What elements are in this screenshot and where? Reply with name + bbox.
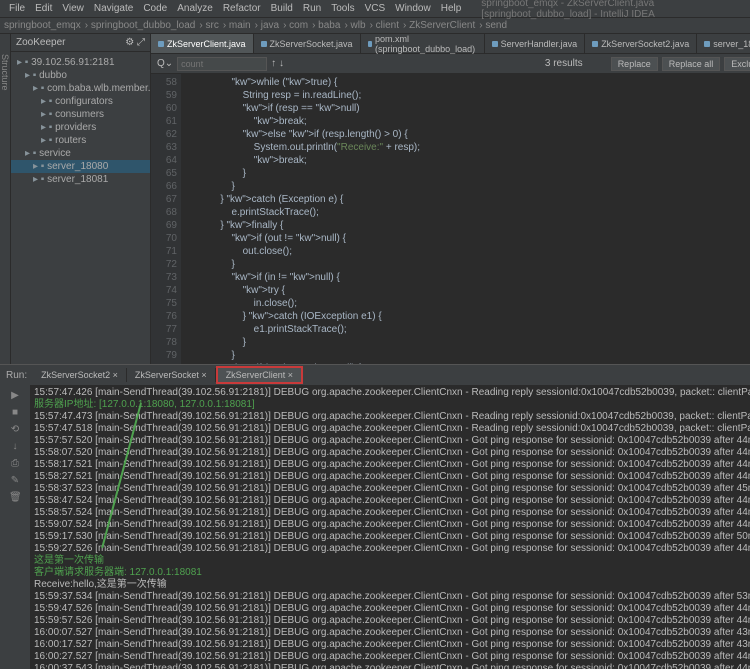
tree-node[interactable]: ▸ ▪ com.baba.wlb.member.service.Me	[11, 82, 150, 95]
sidebar-title: ZooKeeper	[16, 37, 65, 48]
menu-build[interactable]: Build	[266, 3, 298, 14]
search-input[interactable]	[177, 57, 267, 71]
editor-tab[interactable]: ZkServerSocket2.java	[585, 34, 697, 53]
window-title: springboot_emqx - ZkServerClient.java [s…	[476, 0, 746, 20]
breadcrumb-item[interactable]: › wlb	[344, 20, 365, 31]
tree-node[interactable]: ▸ ▪ server_18080	[11, 160, 150, 173]
breadcrumb-item[interactable]: › client	[370, 20, 399, 31]
breadcrumb-item[interactable]: › main	[223, 20, 251, 31]
menu-window[interactable]: Window	[390, 3, 436, 14]
breadcrumb-item[interactable]: › com	[283, 20, 308, 31]
menu-file[interactable]: File	[4, 3, 30, 14]
editor-tab[interactable]: ServerHandler.java	[485, 34, 586, 53]
tree-node[interactable]: ▸ ▪ service	[11, 147, 150, 160]
menu-vcs[interactable]: VCS	[360, 3, 391, 14]
console-output[interactable]: 15:57:47.426 [main-SendThread(39.102.56.…	[30, 385, 750, 669]
console-line: 15:58:47.524 [main-SendThread(39.102.56.…	[34, 495, 746, 507]
stop-icon: ■	[9, 407, 21, 419]
menu-tools[interactable]: Tools	[326, 3, 359, 14]
console-line: 15:58:37.523 [main-SendThread(39.102.56.…	[34, 483, 746, 495]
console-line: 15:57:57.520 [main-SendThread(39.102.56.…	[34, 435, 746, 447]
tree-node[interactable]: ▸ ▪ configurators	[11, 95, 150, 108]
breadcrumb-item[interactable]: › ZkServerClient	[403, 20, 475, 31]
code-editor[interactable]: "kw">while ("kw">true) { String resp = i…	[181, 74, 750, 364]
menu-view[interactable]: View	[57, 3, 89, 14]
console-line: 15:59:37.534 [main-SendThread(39.102.56.…	[34, 591, 746, 603]
breadcrumb-item[interactable]: › send	[479, 20, 507, 31]
console-line: 16:00:17.527 [main-SendThread(39.102.56.…	[34, 639, 746, 651]
run-toolbar[interactable]: ▶■⟲↓⎙✎🗑	[0, 385, 30, 669]
console-line: 15:59:17.530 [main-SendThread(39.102.56.…	[34, 531, 746, 543]
console-line: 16:00:07.527 [main-SendThread(39.102.56.…	[34, 627, 746, 639]
editor-area: ZkServerClient.javaZkServerSocket.javapo…	[151, 34, 750, 364]
menu-code[interactable]: Code	[138, 3, 172, 14]
zookeeper-panel: ZooKeeper ⚙ ⤢ ▸ ▪ 39.102.56.91:2181▸ ▪ d…	[11, 34, 151, 364]
replace-all-button[interactable]: Replace all	[662, 57, 721, 71]
tree-node[interactable]: ▸ ▪ consumers	[11, 108, 150, 121]
run-panel: Run: ZkServerSocket2 ×ZkServerSocket ×Zk…	[0, 364, 750, 669]
breadcrumb-item[interactable]: › baba	[312, 20, 340, 31]
editor-tab[interactable]: ZkServerSocket.java	[254, 34, 361, 53]
console-line: 15:59:57.526 [main-SendThread(39.102.56.…	[34, 615, 746, 627]
editor-tab[interactable]: server_18080	[697, 34, 750, 53]
tree-node[interactable]: ▸ ▪ routers	[11, 134, 150, 147]
gear-icon[interactable]: ⚙ ⤢	[125, 37, 145, 48]
rerun-icon: ▶	[9, 390, 21, 402]
run-tab[interactable]: ZkServerSocket ×	[127, 368, 216, 382]
search-results: 3 results	[545, 58, 583, 69]
run-tabs: Run: ZkServerSocket2 ×ZkServerSocket ×Zk…	[0, 365, 750, 385]
gutter[interactable]: 5859606162636465666768697071727374757677…	[151, 74, 181, 364]
replace-button[interactable]: Replace	[611, 57, 658, 71]
main-menu: FileEditViewNavigateCodeAnalyzeRefactorB…	[0, 0, 750, 18]
left-tool-rail[interactable]: Structure	[0, 34, 11, 364]
console-line: 16:00:27.527 [main-SendThread(39.102.56.…	[34, 651, 746, 663]
console-line: 15:58:27.521 [main-SendThread(39.102.56.…	[34, 471, 746, 483]
menu-analyze[interactable]: Analyze	[172, 3, 218, 14]
tree-node[interactable]: ▸ ▪ providers	[11, 121, 150, 134]
menu-edit[interactable]: Edit	[30, 3, 57, 14]
tree-node[interactable]: ▸ ▪ 39.102.56.91:2181	[11, 56, 150, 69]
console-line: 15:57:47.473 [main-SendThread(39.102.56.…	[34, 411, 746, 423]
console-line: 15:59:47.526 [main-SendThread(39.102.56.…	[34, 603, 746, 615]
console-line: 15:57:47.426 [main-SendThread(39.102.56.…	[34, 387, 746, 399]
menu-help[interactable]: Help	[436, 3, 467, 14]
run-tab[interactable]: ZkServerClient ×	[216, 366, 303, 384]
console-line: 客户端请求服务器端: 127.0.0.1:18081	[34, 567, 746, 579]
breadcrumb-item[interactable]: › java	[255, 20, 279, 31]
menu-refactor[interactable]: Refactor	[218, 3, 266, 14]
console-line: 15:58:57.524 [main-SendThread(39.102.56.…	[34, 507, 746, 519]
search-icon[interactable]: Q⌄	[157, 58, 173, 69]
editor-tab[interactable]: ZkServerClient.java	[151, 34, 254, 53]
editor-tabs: ZkServerClient.javaZkServerSocket.javapo…	[151, 34, 750, 54]
console-line: 15:58:17.521 [main-SendThread(39.102.56.…	[34, 459, 746, 471]
console-line: 这是第一次传输	[34, 555, 746, 567]
breadcrumb-item[interactable]: › src	[199, 20, 218, 31]
tree-node[interactable]: ▸ ▪ dubbo	[11, 69, 150, 82]
breadcrumb: springboot_emqx› springboot_dubbo_load› …	[0, 18, 750, 34]
breadcrumb-item[interactable]: › springboot_dubbo_load	[85, 20, 196, 31]
menu-run[interactable]: Run	[298, 3, 326, 14]
console-line: 15:59:27.526 [main-SendThread(39.102.56.…	[34, 543, 746, 555]
zk-tree[interactable]: ▸ ▪ 39.102.56.91:2181▸ ▪ dubbo▸ ▪ com.ba…	[11, 52, 150, 364]
run-label: Run:	[0, 370, 33, 381]
breadcrumb-item[interactable]: springboot_emqx	[4, 20, 81, 31]
console-line: 15:57:47.518 [main-SendThread(39.102.56.…	[34, 423, 746, 435]
console-line: 15:58:07.520 [main-SendThread(39.102.56.…	[34, 447, 746, 459]
exclude-button[interactable]: Exclude	[724, 57, 750, 71]
search-bar: Q⌄ ↑ ↓ 3 results Replace Replace all Exc…	[151, 54, 750, 74]
tree-node[interactable]: ▸ ▪ server_18081	[11, 173, 150, 186]
console-line: Receive:hello,这是第一次传输	[34, 579, 746, 591]
run-tab[interactable]: ZkServerSocket2 ×	[33, 368, 127, 382]
editor-tab[interactable]: pom.xml (springboot_dubbo_load)	[361, 34, 485, 53]
console-line: 15:59:07.524 [main-SendThread(39.102.56.…	[34, 519, 746, 531]
console-line: 16:00:37.543 [main-SendThread(39.102.56.…	[34, 663, 746, 669]
menu-navigate[interactable]: Navigate	[89, 3, 138, 14]
